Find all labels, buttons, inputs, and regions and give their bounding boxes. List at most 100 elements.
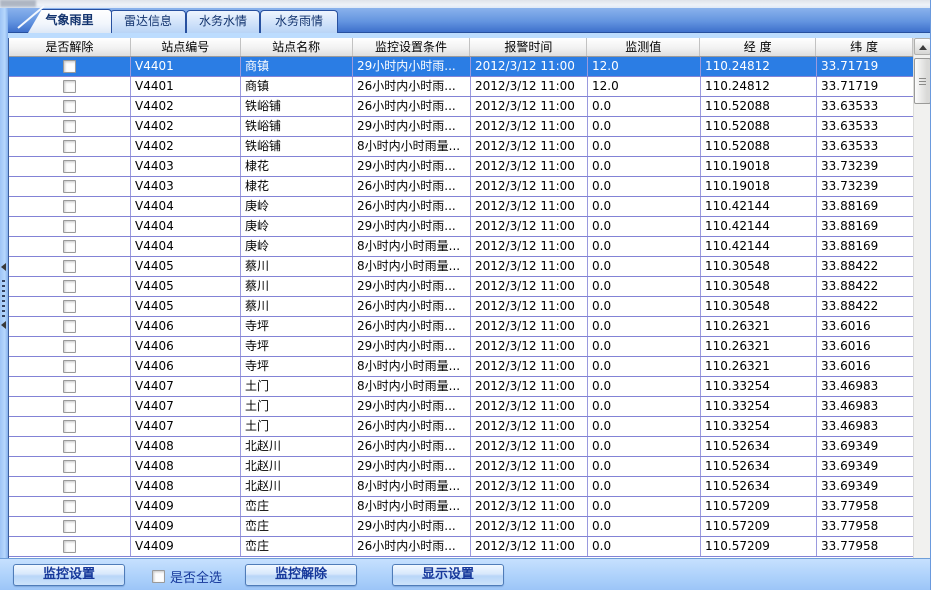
table-row[interactable]: V4405蔡川8小时内小时雨量...2012/3/12 11:000.0110.… [9, 257, 914, 277]
row-clear-checkbox[interactable] [63, 140, 76, 153]
table-row[interactable]: V4403棣花26小时内小时雨...2012/3/12 11:000.0110.… [9, 177, 914, 197]
header-alarm-time[interactable]: 报警时间 [470, 38, 587, 56]
cell-latitude: 33.69349 [817, 437, 914, 456]
arrow-up-icon [919, 45, 927, 50]
row-clear-checkbox[interactable] [63, 180, 76, 193]
cell-monitor-value: 0.0 [588, 417, 701, 436]
table-row[interactable]: V4401商镇26小时内小时雨...2012/3/12 11:0012.0110… [9, 77, 914, 97]
splitter-collapse-icon[interactable] [1, 321, 6, 329]
row-clear-checkbox[interactable] [63, 500, 76, 513]
table-row[interactable]: V4407土门26小时内小时雨...2012/3/12 11:000.0110.… [9, 417, 914, 437]
table-row[interactable]: V4409峦庄29小时内小时雨...2012/3/12 11:000.0110.… [9, 517, 914, 537]
cell-station-code: V4402 [131, 117, 241, 136]
left-splitter-strip[interactable] [0, 8, 8, 590]
cell-monitor-condition: 8小时内小时雨量... [353, 377, 471, 396]
row-clear-checkbox[interactable] [63, 420, 76, 433]
cell-station-name: 庚岭 [241, 237, 353, 256]
header-clear-flag[interactable]: 是否解除 [9, 38, 131, 56]
tab-water-rain[interactable]: 水务雨情 [260, 10, 338, 33]
table-row[interactable]: V4402铁峪铺26小时内小时雨...2012/3/12 11:000.0110… [9, 97, 914, 117]
cell-alarm-time: 2012/3/12 11:00 [471, 477, 588, 496]
row-clear-checkbox[interactable] [63, 340, 76, 353]
header-monitor-value[interactable]: 监测值 [587, 38, 700, 56]
table-row[interactable]: V4407土门29小时内小时雨...2012/3/12 11:000.0110.… [9, 397, 914, 417]
row-clear-checkbox[interactable] [63, 280, 76, 293]
table-row[interactable]: V4404庚岭26小时内小时雨...2012/3/12 11:000.0110.… [9, 197, 914, 217]
cell-longitude: 110.42144 [701, 217, 817, 236]
row-clear-checkbox[interactable] [63, 400, 76, 413]
cell-monitor-value: 0.0 [588, 257, 701, 276]
row-clear-checkbox[interactable] [63, 320, 76, 333]
table-row[interactable]: V4408北赵川29小时内小时雨...2012/3/12 11:000.0110… [9, 457, 914, 477]
cell-latitude: 33.71719 [817, 57, 914, 76]
row-clear-checkbox[interactable] [63, 220, 76, 233]
cell-clear-flag [9, 397, 131, 416]
row-clear-checkbox[interactable] [63, 520, 76, 533]
table-row[interactable]: V4402铁峪铺29小时内小时雨...2012/3/12 11:000.0110… [9, 117, 914, 137]
row-clear-checkbox[interactable] [63, 200, 76, 213]
tab-weather-rain[interactable]: 气象雨里 [28, 9, 112, 33]
table-row[interactable]: V4407土门8小时内小时雨量...2012/3/12 11:000.0110.… [9, 377, 914, 397]
row-clear-checkbox[interactable] [63, 260, 76, 273]
row-clear-checkbox[interactable] [63, 80, 76, 93]
tab-water-regime[interactable]: 水务水情 [186, 10, 260, 33]
table-row[interactable]: V4405蔡川26小时内小时雨...2012/3/12 11:000.0110.… [9, 297, 914, 317]
tab-radar-info[interactable]: 雷达信息 [110, 10, 186, 33]
row-clear-checkbox[interactable] [63, 540, 76, 553]
table-row[interactable]: V4405蔡川29小时内小时雨...2012/3/12 11:000.0110.… [9, 277, 914, 297]
table-row[interactable]: V4408北赵川26小时内小时雨...2012/3/12 11:000.0110… [9, 437, 914, 457]
table-row[interactable]: V4406寺坪26小时内小时雨...2012/3/12 11:000.0110.… [9, 317, 914, 337]
table-row[interactable]: V4401商镇29小时内小时雨...2012/3/12 11:0012.0110… [9, 57, 914, 77]
cell-monitor-value: 0.0 [588, 337, 701, 356]
table-row[interactable]: V4409峦庄8小时内小时雨量...2012/3/12 11:000.0110.… [9, 497, 914, 517]
header-monitor-condition[interactable]: 监控设置条件 [353, 38, 471, 56]
scrollbar-thumb[interactable] [914, 58, 931, 104]
cell-latitude: 33.46983 [817, 417, 914, 436]
cell-clear-flag [9, 237, 131, 256]
cell-longitude: 110.30548 [701, 257, 817, 276]
cell-station-code: V4408 [131, 457, 241, 476]
row-clear-checkbox[interactable] [63, 100, 76, 113]
row-clear-checkbox[interactable] [63, 120, 76, 133]
header-station-code[interactable]: 站点编号 [131, 38, 241, 56]
table-row[interactable]: V4408北赵川8小时内小时雨量...2012/3/12 11:000.0110… [9, 477, 914, 497]
cell-latitude: 33.73239 [817, 177, 914, 196]
table-row[interactable]: V4409峦庄26小时内小时雨...2012/3/12 11:000.0110.… [9, 537, 914, 557]
cell-monitor-condition: 26小时内小时雨... [353, 297, 471, 316]
cell-station-name: 蔡川 [241, 297, 353, 316]
cell-latitude: 33.73239 [817, 157, 914, 176]
cell-station-name: 土门 [241, 377, 353, 396]
row-clear-checkbox[interactable] [63, 440, 76, 453]
monitor-setup-button[interactable]: 监控设置 [13, 564, 125, 586]
row-clear-checkbox[interactable] [63, 460, 76, 473]
table-header-row: 是否解除 站点编号 站点名称 监控设置条件 报警时间 监测值 经 度 纬 度 [9, 38, 913, 57]
table-row[interactable]: V4402铁峪铺8小时内小时雨量...2012/3/12 11:000.0110… [9, 137, 914, 157]
row-clear-checkbox[interactable] [63, 160, 76, 173]
table-row[interactable]: V4403棣花29小时内小时雨...2012/3/12 11:000.0110.… [9, 157, 914, 177]
row-clear-checkbox[interactable] [63, 240, 76, 253]
header-station-name[interactable]: 站点名称 [241, 38, 353, 56]
table-row[interactable]: V4406寺坪29小时内小时雨...2012/3/12 11:000.0110.… [9, 337, 914, 357]
display-setup-button[interactable]: 显示设置 [392, 564, 504, 586]
header-longitude[interactable]: 经 度 [700, 38, 816, 56]
thumb-grip-icon [919, 78, 926, 85]
table-row[interactable]: V4404庚岭29小时内小时雨...2012/3/12 11:000.0110.… [9, 217, 914, 237]
row-clear-checkbox[interactable] [63, 300, 76, 313]
cell-station-code: V4408 [131, 437, 241, 456]
row-clear-checkbox[interactable] [63, 380, 76, 393]
cell-station-code: V4405 [131, 297, 241, 316]
monitor-release-button[interactable]: 监控解除 [245, 564, 357, 586]
splitter-grip-handle[interactable] [2, 280, 5, 320]
row-clear-checkbox[interactable] [63, 360, 76, 373]
vertical-scrollbar[interactable] [913, 38, 930, 558]
select-all-checkbox[interactable] [152, 570, 165, 583]
table-row[interactable]: V4406寺坪8小时内小时雨量...2012/3/12 11:000.0110.… [9, 357, 914, 377]
splitter-collapse-icon[interactable] [1, 263, 6, 271]
table-row[interactable]: V4404庚岭8小时内小时雨量...2012/3/12 11:000.0110.… [9, 237, 914, 257]
header-latitude[interactable]: 纬 度 [816, 38, 913, 56]
scroll-up-button[interactable] [914, 38, 931, 55]
row-clear-checkbox[interactable] [63, 480, 76, 493]
row-clear-checkbox[interactable] [63, 60, 76, 73]
cell-alarm-time: 2012/3/12 11:00 [471, 277, 588, 296]
cell-monitor-condition: 26小时内小时雨... [353, 417, 471, 436]
